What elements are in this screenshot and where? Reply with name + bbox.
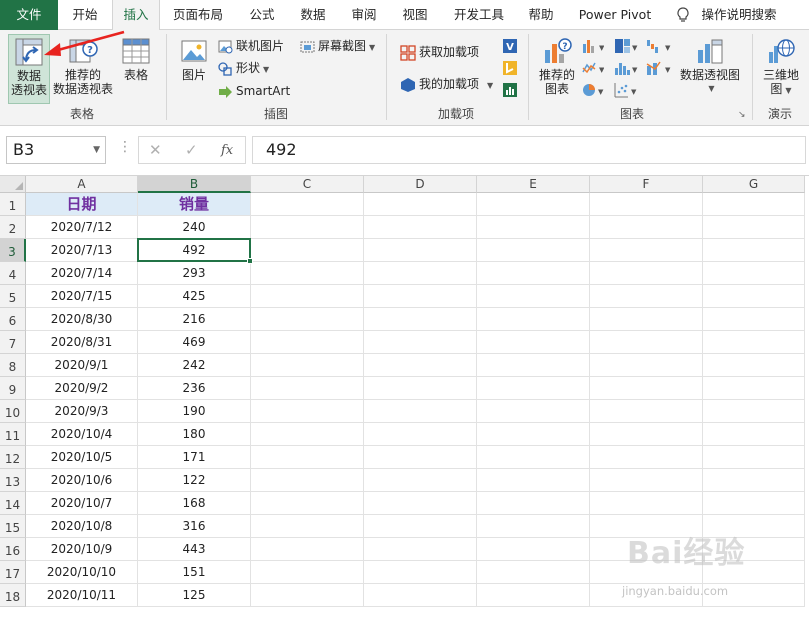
annotation-arrow: [44, 30, 125, 56]
watermark: Bai经验 jingyan.baidu.com: [615, 528, 805, 608]
watermark-url: jingyan.baidu.com: [622, 584, 729, 598]
watermark-brand: Bai经验: [627, 536, 746, 571]
